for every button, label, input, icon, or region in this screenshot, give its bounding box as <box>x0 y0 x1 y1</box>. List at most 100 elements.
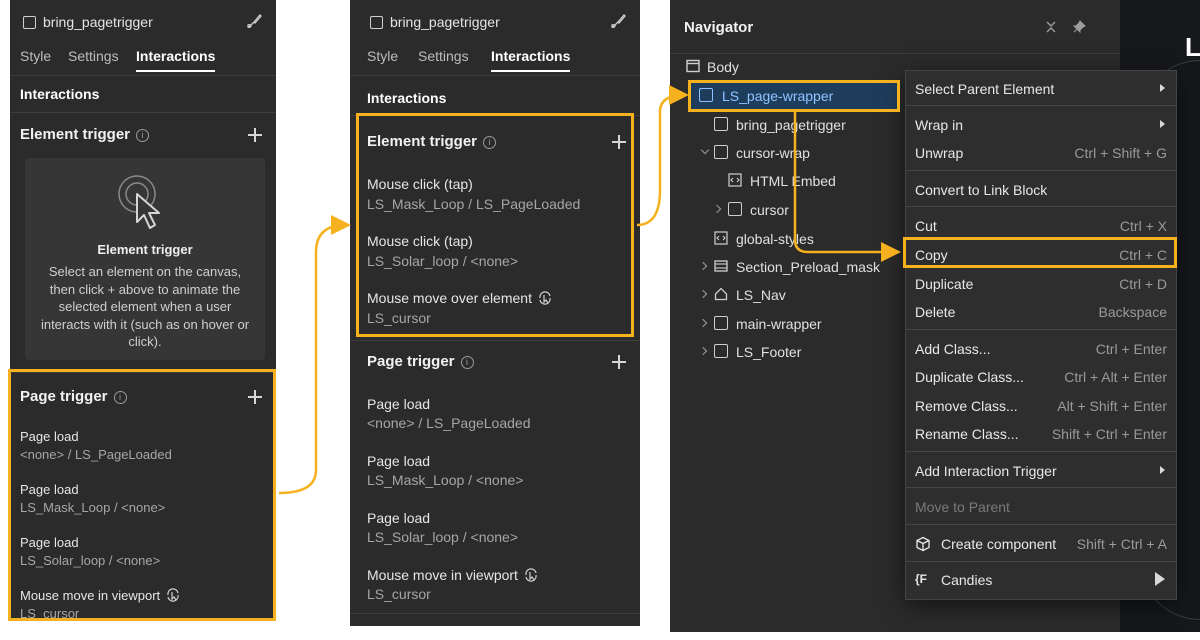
page-trigger-item[interactable]: Page load <box>20 429 79 444</box>
element-trigger-item[interactable]: Mouse click (tap) <box>367 233 473 249</box>
menu-divider <box>906 561 1176 562</box>
menu-divider <box>906 487 1176 488</box>
page-trigger-item-actions: LS_Mask_Loop / <none> <box>20 500 166 515</box>
menu-divider <box>906 105 1176 106</box>
body-icon <box>686 59 700 73</box>
info-icon[interactable]: i <box>113 391 127 404</box>
chevron-right-icon[interactable] <box>712 204 722 214</box>
menu-item-unwrap[interactable]: Unwrap Ctrl + Shift + G <box>906 138 1176 166</box>
tab-settings[interactable]: Settings <box>418 48 469 64</box>
submenu-arrow-icon <box>1155 572 1165 586</box>
menu-item-copy[interactable]: Copy Ctrl + C <box>906 240 1176 268</box>
menu-item-delete[interactable]: Delete Backspace <box>906 297 1176 325</box>
element-trigger-item-actions: LS_Mask_Loop / LS_PageLoaded <box>367 196 581 212</box>
page-trigger-item-actions: <none> / LS_PageLoaded <box>20 447 172 462</box>
page-trigger-item[interactable]: Page load <box>367 510 430 526</box>
panel-tabs: Style Settings Interactions <box>10 42 276 76</box>
empty-state-title: Element trigger <box>97 242 193 257</box>
element-trigger-item[interactable]: Mouse move over element <box>367 290 552 306</box>
page-trigger-item[interactable]: Mouse move in viewport <box>367 567 538 583</box>
submenu-arrow-icon <box>1160 84 1165 92</box>
page-trigger-item[interactable]: Page load <box>367 396 430 412</box>
menu-item-create-component[interactable]: Create component Shift + Ctrl + A <box>906 529 1176 557</box>
pin-icon[interactable] <box>1072 20 1086 34</box>
menu-item-candies[interactable]: {F Candies <box>906 565 1176 593</box>
panel-tabs: Style Settings Interactions <box>350 42 640 76</box>
divider <box>350 340 640 341</box>
menu-item-rename-class[interactable]: Rename Class... Shift + Ctrl + Enter <box>906 419 1176 447</box>
menu-item-convert-link-block[interactable]: Convert to Link Block <box>906 175 1176 203</box>
embed-icon <box>728 173 742 187</box>
element-trigger-title: Element trigger i <box>20 126 150 143</box>
element-name: bring_pagetrigger <box>390 14 500 30</box>
style-brush-icon[interactable] <box>246 12 264 30</box>
menu-divider <box>906 451 1176 452</box>
info-icon[interactable]: i <box>136 129 150 142</box>
chevron-right-icon[interactable] <box>698 318 708 328</box>
element-trigger-empty-state: Element trigger Select an element on the… <box>25 158 265 360</box>
submenu-arrow-icon <box>1160 120 1165 128</box>
menu-item-add-class[interactable]: Add Class... Ctrl + Enter <box>906 334 1176 362</box>
info-icon[interactable]: i <box>460 356 474 369</box>
menu-item-move-to-parent: Move to Parent <box>915 499 1010 515</box>
add-page-trigger-button[interactable] <box>248 390 262 404</box>
tab-settings[interactable]: Settings <box>68 48 119 64</box>
menu-divider <box>906 170 1176 171</box>
box-icon <box>714 344 728 358</box>
box-icon <box>728 202 742 216</box>
menu-item-duplicate[interactable]: Duplicate Ctrl + D <box>906 269 1176 297</box>
menu-item-cut[interactable]: Cut Ctrl + X <box>906 211 1176 239</box>
component-cube-icon <box>916 536 930 552</box>
page-trigger-item-actions: LS_Solar_loop / <none> <box>20 553 161 568</box>
element-header: bring_pagetrigger <box>350 0 640 40</box>
element-box-icon <box>370 16 383 29</box>
menu-item-duplicate-class[interactable]: Duplicate Class... Ctrl + Alt + Enter <box>906 362 1176 390</box>
interactions-panel-left: bring_pagetrigger Style Settings Interac… <box>10 0 276 620</box>
page-trigger-item-actions: LS_Mask_Loop / <none> <box>367 472 524 488</box>
collapse-icon[interactable] <box>1044 20 1058 34</box>
section-label: Interactions <box>367 90 447 106</box>
menu-item-wrap-in[interactable]: Wrap in <box>906 110 1176 138</box>
info-icon[interactable]: i <box>483 136 497 149</box>
tab-interactions[interactable]: Interactions <box>136 48 216 72</box>
page-trigger-item[interactable]: Page load <box>20 535 79 550</box>
tab-style[interactable]: Style <box>367 48 398 64</box>
canvas-text: L <box>1185 32 1200 62</box>
page-trigger-title: Page trigger i <box>367 353 474 370</box>
navigator-title: Navigator <box>684 19 754 36</box>
style-brush-icon[interactable] <box>610 12 628 30</box>
element-trigger-item-actions: LS_cursor <box>367 310 431 326</box>
empty-state-description: Select an element on the canvas, then cl… <box>40 264 250 349</box>
cursor-move-icon <box>167 588 179 602</box>
element-name: bring_pagetrigger <box>43 14 153 30</box>
element-trigger-item-actions: LS_Solar_loop / <none> <box>367 253 519 269</box>
tab-style[interactable]: Style <box>20 48 51 64</box>
chevron-right-icon[interactable] <box>698 261 708 271</box>
tree-item-ls-page-wrapper[interactable]: LS_page-wrapper <box>690 83 900 109</box>
page-trigger-item[interactable]: Page load <box>20 482 79 497</box>
chevron-right-icon[interactable] <box>698 346 708 356</box>
menu-item-remove-class[interactable]: Remove Class... Alt + Shift + Enter <box>906 391 1176 419</box>
context-menu: Select Parent Element Wrap in Unwrap Ctrl… <box>905 70 1177 600</box>
chevron-down-icon[interactable] <box>700 145 710 155</box>
menu-divider <box>906 206 1176 207</box>
divider <box>350 613 640 614</box>
menu-item-add-interaction-trigger[interactable]: Add Interaction Trigger <box>906 456 1176 484</box>
menu-item-select-parent[interactable]: Select Parent Element <box>906 74 1176 102</box>
box-icon <box>714 145 728 159</box>
chevron-right-icon[interactable] <box>698 289 708 299</box>
page-trigger-item[interactable]: Mouse move in viewport <box>20 588 180 603</box>
menu-divider <box>906 524 1176 525</box>
page-trigger-title: Page trigger i <box>20 388 127 405</box>
tab-interactions[interactable]: Interactions <box>491 48 571 72</box>
add-page-trigger-button[interactable] <box>612 355 626 369</box>
page-trigger-item-actions: <none> / LS_PageLoaded <box>367 415 531 431</box>
page-trigger-item[interactable]: Page load <box>367 453 430 469</box>
element-trigger-item[interactable]: Mouse click (tap) <box>367 176 473 192</box>
add-element-trigger-button[interactable] <box>612 135 626 149</box>
box-icon <box>699 88 713 102</box>
cursor-move-icon <box>539 291 551 305</box>
menu-divider <box>906 329 1176 330</box>
add-element-trigger-button[interactable] <box>248 128 262 142</box>
divider <box>10 112 276 113</box>
